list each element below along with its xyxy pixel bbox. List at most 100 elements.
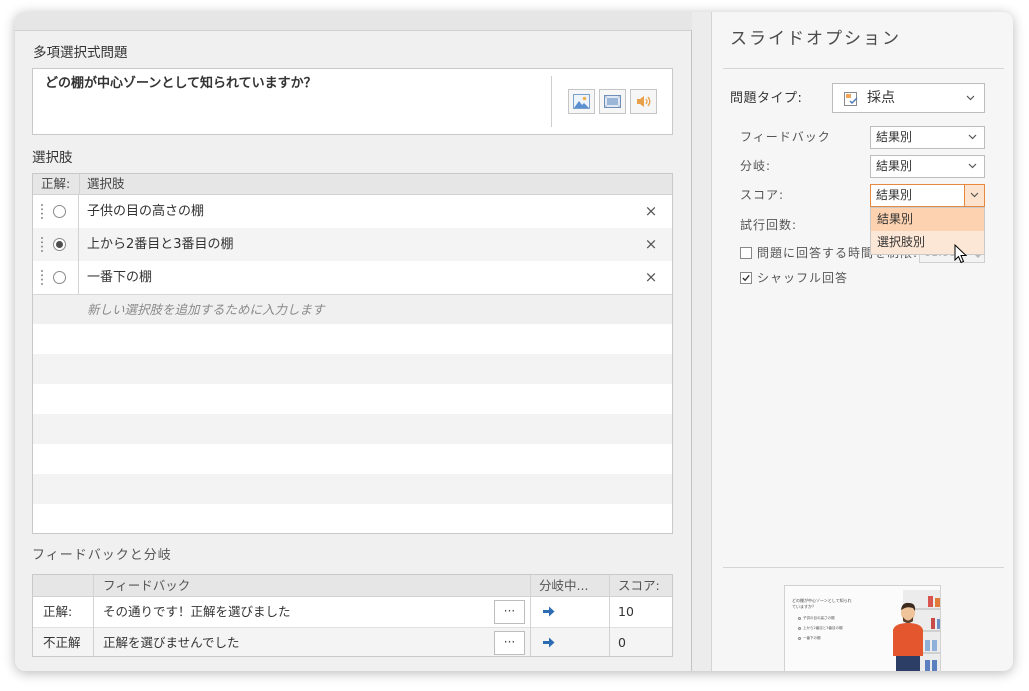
feedback-text[interactable]: その通りです！正解を選びました xyxy=(103,597,291,627)
chevron-down-icon xyxy=(966,95,975,101)
choices-table-header: 正解: 選択肢 xyxy=(33,174,672,195)
feedback-more-button[interactable]: ··· xyxy=(494,600,525,624)
image-icon xyxy=(573,94,590,109)
thumbnail-choice: 子供の目の高さの棚 xyxy=(803,616,835,620)
delete-choice-button[interactable]: × xyxy=(644,195,658,228)
slide-options-panel: スライドオプション 問題タイプ: 採点 フィードバック 結果別 分岐: 結果別 … xyxy=(711,12,1013,671)
column-feedback: フィードバック xyxy=(103,578,191,593)
slide-thumbnail[interactable]: どの棚が中心ゾーンとして知られていますか？ 子供の目の高さの棚 上から2番目と3… xyxy=(784,585,941,671)
choice-text[interactable]: 子供の目の高さの棚 xyxy=(87,195,204,228)
column-divider xyxy=(93,575,94,656)
thumbnail-choice: 上から2番目と3番目の棚 xyxy=(803,626,843,630)
correct-radio[interactable] xyxy=(53,238,66,251)
delete-choice-button[interactable]: × xyxy=(644,228,658,261)
empty-row xyxy=(33,414,672,444)
score-dropdown[interactable]: 結果別 xyxy=(870,184,985,207)
question-type-value: 採点 xyxy=(867,90,895,106)
column-score: スコア: xyxy=(618,578,660,593)
mouse-pointer-icon xyxy=(954,244,968,264)
thumbnail-question: どの棚が中心ゾーンとして知られていますか？ xyxy=(792,598,852,609)
drag-handle-icon[interactable] xyxy=(40,236,44,253)
feedback-row-correct: 正解: その通りです！正解を選びました ··· 10 xyxy=(33,597,672,627)
drag-handle-icon[interactable] xyxy=(40,269,44,286)
empty-row xyxy=(33,474,672,504)
branching-dropdown[interactable]: 結果別 xyxy=(870,155,985,178)
divider xyxy=(723,68,1004,69)
quiz-editor-window: 多項選択式問題 どの棚が中心ゾーンとして知られていますか？ 選択肢 正解: 選択… xyxy=(15,12,1013,671)
branching-dropdown-value: 結果別 xyxy=(876,159,913,173)
choice-correct-cell xyxy=(33,261,79,294)
drag-handle-icon[interactable] xyxy=(40,203,44,220)
empty-row xyxy=(33,444,672,474)
score-dropdown-toggle[interactable] xyxy=(964,185,984,206)
choices-heading: 選択肢 xyxy=(32,150,73,166)
panel-splitter[interactable] xyxy=(692,12,711,671)
feedback-text[interactable]: 正解を選びませんでした xyxy=(103,628,240,656)
new-choice-input[interactable]: 新しい選択肢を追加するために入力します xyxy=(33,294,672,324)
attempts-label: 試行回数: xyxy=(740,218,798,232)
score-value[interactable]: 10 xyxy=(618,597,634,627)
checkmark-icon xyxy=(742,274,750,282)
score-option-by-result[interactable]: 結果別 xyxy=(871,208,984,231)
column-branching: 分岐中... xyxy=(539,578,589,593)
media-separator xyxy=(551,76,552,127)
column-correct: 正解: xyxy=(41,176,71,191)
choice-correct-cell xyxy=(33,228,79,261)
column-divider xyxy=(609,575,610,656)
shuffle-checkbox[interactable] xyxy=(740,272,752,284)
new-choice-placeholder: 新しい選択肢を追加するために入力します xyxy=(87,302,325,317)
empty-row xyxy=(33,354,672,384)
audio-icon xyxy=(637,96,651,107)
slide-options-title: スライドオプション xyxy=(730,29,901,49)
feedback-branching-heading: フィードバックと分岐 xyxy=(32,548,172,563)
feedback-row-label: 不正解 xyxy=(43,635,81,650)
feedback-row-incorrect: 不正解 正解を選びませんでした ··· 0 xyxy=(33,627,672,656)
chevron-down-icon xyxy=(968,163,977,169)
thumbnail-radio xyxy=(798,617,801,620)
score-dropdown-value: 結果別 xyxy=(876,188,913,202)
question-type-label: 問題タイプ: xyxy=(730,91,803,106)
correct-radio[interactable] xyxy=(53,271,66,284)
arrow-right-icon[interactable] xyxy=(543,637,555,648)
feedback-table: フィードバック 分岐中... スコア: 正解: その通りです！正解を選びました … xyxy=(32,574,673,657)
column-choice: 選択肢 xyxy=(87,176,125,191)
question-type-heading: 多項選択式問題 xyxy=(33,45,128,61)
divider xyxy=(723,567,1004,568)
insert-image-button[interactable] xyxy=(568,89,595,114)
empty-row xyxy=(33,384,672,414)
delete-choice-button[interactable]: × xyxy=(644,261,658,294)
insert-video-button[interactable] xyxy=(599,89,626,114)
question-type-dropdown[interactable]: 採点 xyxy=(832,83,985,113)
choice-row[interactable]: 子供の目の高さの棚 × xyxy=(33,195,672,228)
branching-label: 分岐: xyxy=(740,159,772,173)
question-editor-panel: 多項選択式問題 どの棚が中心ゾーンとして知られていますか？ 選択肢 正解: 選択… xyxy=(15,30,692,671)
choices-table: 正解: 選択肢 子供の目の高さの棚 × 上から2番目と3番目の棚 × 一番下の棚… xyxy=(32,173,673,534)
choice-row[interactable]: 上から2番目と3番目の棚 × xyxy=(33,228,672,261)
choice-text[interactable]: 上から2番目と3番目の棚 xyxy=(87,228,234,261)
thumbnail-radio xyxy=(798,627,801,630)
thumbnail-radio xyxy=(798,637,801,640)
column-divider xyxy=(79,174,80,194)
shuffle-label: シャッフル回答 xyxy=(757,271,849,285)
chevron-down-icon xyxy=(968,134,977,140)
empty-row xyxy=(33,504,672,533)
question-text[interactable]: どの棚が中心ゾーンとして知られていますか？ xyxy=(45,76,317,92)
feedback-dropdown[interactable]: 結果別 xyxy=(870,126,985,149)
thumbnail-choice: 一番下の棚 xyxy=(803,636,821,640)
feedback-table-header: フィードバック 分岐中... スコア: xyxy=(33,575,672,597)
choice-text[interactable]: 一番下の棚 xyxy=(87,261,152,294)
video-icon xyxy=(604,95,621,108)
correct-radio[interactable] xyxy=(53,205,66,218)
column-divider xyxy=(530,575,531,656)
choice-row[interactable]: 一番下の棚 × xyxy=(33,261,672,294)
score-label: スコア: xyxy=(740,188,785,202)
feedback-more-button[interactable]: ··· xyxy=(494,631,525,655)
chevron-down-icon xyxy=(970,192,979,198)
score-value[interactable]: 0 xyxy=(618,628,626,656)
insert-audio-button[interactable] xyxy=(630,89,657,114)
time-limit-checkbox[interactable] xyxy=(740,247,752,259)
arrow-right-icon[interactable] xyxy=(543,606,555,617)
question-text-box[interactable]: どの棚が中心ゾーンとして知られていますか？ xyxy=(32,68,673,135)
feedback-label: フィードバック xyxy=(740,130,831,144)
feedback-dropdown-value: 結果別 xyxy=(876,130,913,144)
